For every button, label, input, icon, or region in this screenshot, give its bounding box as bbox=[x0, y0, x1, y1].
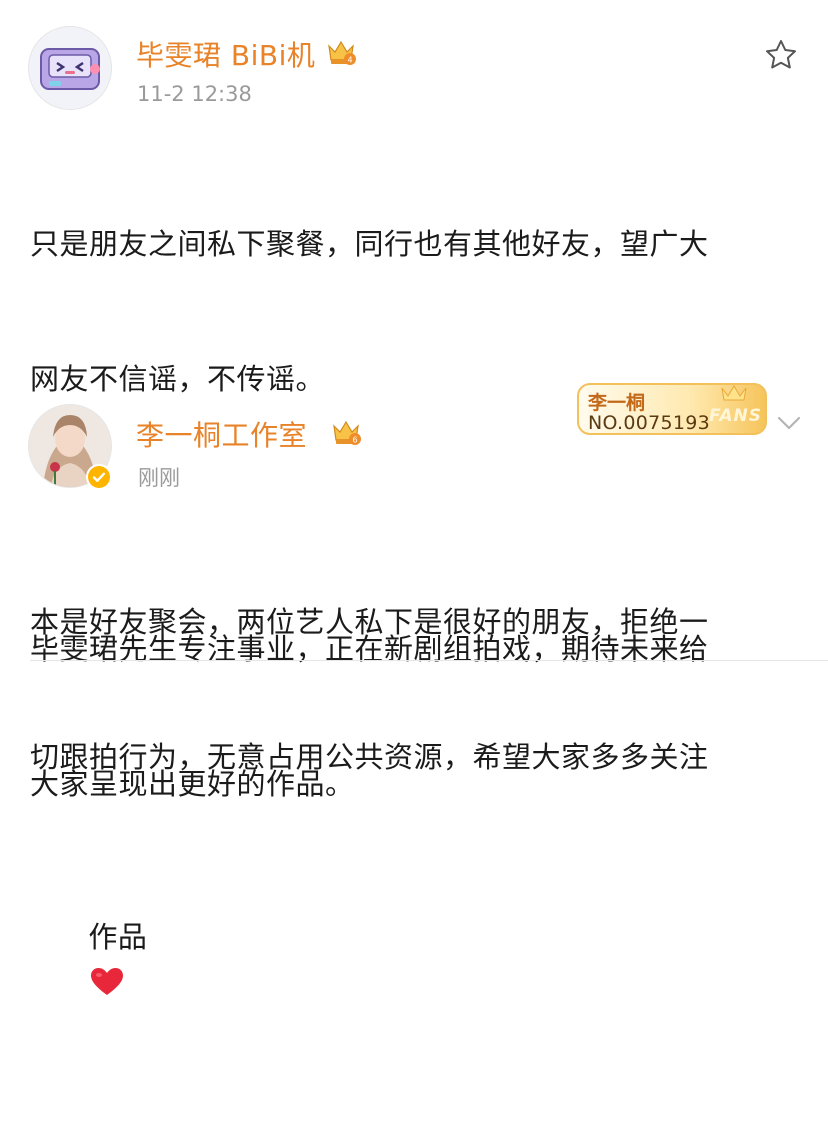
post-line: 本是好友聚会，两位艺人私下是很好的朋友，拒绝一 bbox=[30, 605, 709, 639]
crown-level: 6 bbox=[352, 436, 357, 445]
post-line: 作品 bbox=[88, 920, 148, 954]
robot-avatar-icon bbox=[29, 27, 111, 109]
post-line-last: 作品 bbox=[30, 870, 800, 1050]
post-line: 只是朋友之间私下聚餐，同行也有其他好友，望广大 bbox=[30, 227, 709, 261]
crown-level: 4 bbox=[347, 56, 352, 65]
author-name[interactable]: 李一桐工作室 bbox=[136, 414, 307, 454]
fans-badge-name: 李一桐 bbox=[588, 392, 646, 414]
author-name[interactable]: 毕雯珺 BiBi机 bbox=[136, 34, 315, 74]
favorite-star-icon[interactable] bbox=[764, 38, 798, 72]
crown-icon: 6 bbox=[333, 420, 361, 445]
heart-emoji-icon bbox=[91, 968, 124, 995]
post-line: 切跟拍行为，无意占用公共资源，希望大家多多关注 bbox=[30, 740, 709, 774]
post-body: 本是好友聚会，两位艺人私下是很好的朋友，拒绝一 切跟拍行为，无意占用公共资源，希… bbox=[30, 510, 800, 1140]
fans-badge-number: NO.0075193 bbox=[588, 412, 711, 434]
fans-badge[interactable]: 李一桐 NO.0075193 FANS bbox=[572, 378, 772, 440]
verified-badge-icon bbox=[86, 464, 112, 490]
chevron-down-icon[interactable] bbox=[776, 414, 802, 432]
crown-icon: 4 bbox=[328, 40, 356, 65]
divider bbox=[30, 660, 828, 661]
fans-badge-tag: FANS bbox=[708, 406, 762, 426]
post-time: 刚刚 bbox=[138, 466, 180, 490]
post-time: 11-2 12:38 bbox=[137, 82, 252, 106]
author-avatar[interactable] bbox=[28, 26, 112, 110]
